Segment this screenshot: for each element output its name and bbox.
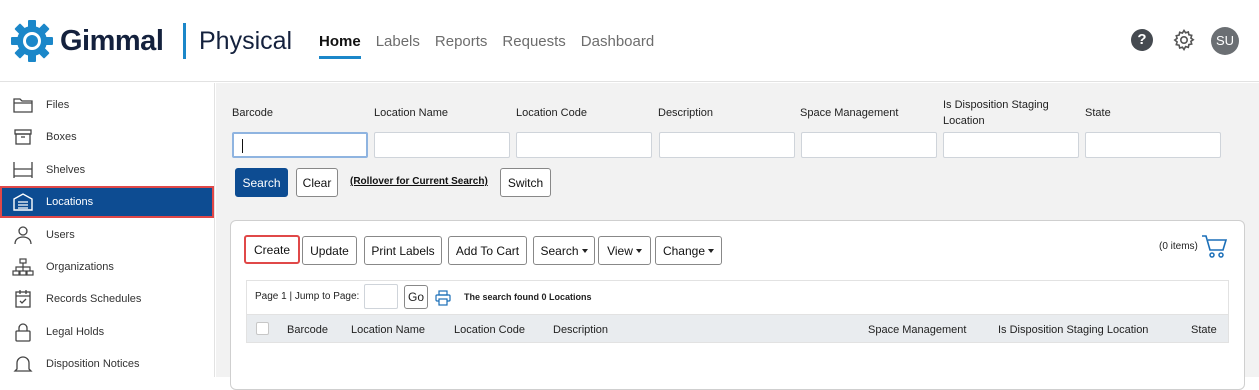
printer-icon[interactable] (435, 290, 451, 306)
barcode-input[interactable] (232, 132, 368, 158)
calendar-icon (15, 290, 31, 308)
help-icon[interactable]: ? (1131, 29, 1153, 51)
sidebar-item-label: Disposition Notices (46, 358, 140, 370)
gear-logo-icon (11, 20, 53, 62)
shelf-icon (13, 162, 33, 178)
bell-icon (13, 356, 33, 372)
search-dropdown-label: Search (540, 243, 579, 258)
nav-dashboard[interactable]: Dashboard (581, 33, 654, 57)
pager-bar: Page 1 | Jump to Page: Go The search fou… (246, 280, 1229, 314)
col-disposition-staging[interactable]: Is Disposition Staging Location (998, 324, 1148, 336)
description-input[interactable] (659, 132, 795, 158)
warehouse-icon (13, 193, 33, 211)
sidebar-item-files[interactable]: Files (0, 89, 214, 121)
user-icon (14, 226, 32, 245)
caret-down-icon (708, 248, 715, 253)
add-to-cart-button[interactable]: Add To Cart (448, 236, 527, 265)
col-location-code[interactable]: Location Code (454, 324, 525, 336)
app-header: Gimmal Physical Home Labels Reports Requ… (0, 0, 1259, 82)
state-input[interactable] (1085, 132, 1221, 158)
caret-down-icon (581, 248, 588, 253)
disposition-staging-label: Is Disposition Staging Location (943, 99, 1049, 127)
jump-to-page-input[interactable] (364, 284, 398, 309)
view-dropdown[interactable]: View (598, 236, 651, 265)
sidebar-item-label: Locations (46, 196, 94, 208)
settings-gear-icon[interactable] (1172, 28, 1196, 52)
sidebar-item-records-schedules[interactable]: Records Schedules (0, 283, 214, 315)
change-dropdown-label: Change (662, 243, 706, 258)
sidebar-item-label: Users (46, 229, 75, 241)
print-labels-button[interactable]: Print Labels (364, 236, 442, 265)
rollover-search-link[interactable]: (Rollover for Current Search) (350, 176, 488, 187)
sidebar-item-label: Organizations (46, 261, 114, 273)
brand-logo[interactable]: Gimmal (10, 19, 164, 63)
sidebar-item-label: Boxes (46, 131, 77, 143)
switch-button[interactable]: Switch (500, 168, 551, 197)
user-avatar[interactable]: SU (1211, 27, 1239, 55)
folder-icon (13, 98, 33, 113)
main-content: Barcode Location Name Location Code Desc… (216, 83, 1259, 390)
barcode-label: Barcode (232, 107, 273, 119)
lock-icon (15, 323, 31, 342)
location-name-input[interactable] (374, 132, 510, 158)
sidebar-item-label: Files (46, 99, 70, 111)
logo-divider (183, 23, 186, 59)
clear-button[interactable]: Clear (296, 168, 338, 197)
sidebar-item-label: Legal Holds (46, 326, 105, 338)
cart-icon[interactable] (1201, 233, 1229, 259)
sidebar-item-locations[interactable]: Locations (0, 186, 214, 218)
nav-reports[interactable]: Reports (435, 33, 488, 57)
view-dropdown-label: View (607, 243, 633, 258)
search-dropdown[interactable]: Search (533, 236, 595, 265)
change-dropdown[interactable]: Change (655, 236, 722, 265)
sidebar-item-label: Records Schedules (46, 293, 142, 305)
nav-labels[interactable]: Labels (376, 33, 420, 57)
sidebar-item-boxes[interactable]: Boxes (0, 121, 214, 153)
product-name: Physical (199, 27, 293, 55)
sidebar-item-organizations[interactable]: Organizations (0, 251, 214, 283)
org-chart-icon (12, 258, 34, 276)
col-description[interactable]: Description (553, 324, 608, 336)
disposition-staging-input[interactable] (943, 132, 1079, 158)
sidebar-item-shelves[interactable]: Shelves (0, 154, 214, 186)
col-state[interactable]: State (1191, 324, 1217, 336)
sidebar: Files Boxes Shelves Locations Users Orga… (0, 83, 215, 377)
col-location-name[interactable]: Location Name (351, 324, 425, 336)
table-header: Barcode Location Name Location Code Desc… (246, 314, 1229, 343)
nav-requests[interactable]: Requests (502, 33, 565, 57)
results-card: Create Update Print Labels Add To Cart S… (230, 220, 1245, 390)
location-code-label: Location Code (516, 107, 587, 119)
state-label: State (1085, 107, 1111, 119)
col-barcode[interactable]: Barcode (287, 324, 328, 336)
text-caret (242, 139, 243, 153)
location-code-input[interactable] (516, 132, 652, 158)
nav-home[interactable]: Home (319, 33, 361, 59)
description-label: Description (658, 107, 714, 119)
space-management-label: Space Management (800, 107, 899, 119)
col-space-management[interactable]: Space Management (868, 324, 966, 336)
location-name-label: Location Name (374, 107, 448, 119)
page-indicator: Page 1 | Jump to Page: (255, 291, 360, 302)
search-button[interactable]: Search (235, 168, 288, 197)
box-icon (14, 129, 32, 145)
sidebar-item-label: Shelves (46, 164, 86, 176)
space-management-input[interactable] (801, 132, 937, 158)
select-all-checkbox[interactable] (256, 322, 269, 335)
sidebar-item-disposition-notices[interactable]: Disposition Notices (0, 348, 214, 380)
brand-name: Gimmal (60, 24, 164, 57)
caret-down-icon (635, 248, 642, 253)
update-button[interactable]: Update (302, 236, 357, 265)
sidebar-item-users[interactable]: Users (0, 219, 214, 251)
sidebar-item-legal-holds[interactable]: Legal Holds (0, 316, 214, 348)
go-button[interactable]: Go (404, 285, 428, 309)
cart-count: (0 items) (1159, 241, 1198, 252)
create-button[interactable]: Create (244, 235, 300, 264)
top-nav: Home Labels Reports Requests Dashboard (319, 33, 669, 59)
results-count: The search found 0 Locations (464, 292, 592, 302)
